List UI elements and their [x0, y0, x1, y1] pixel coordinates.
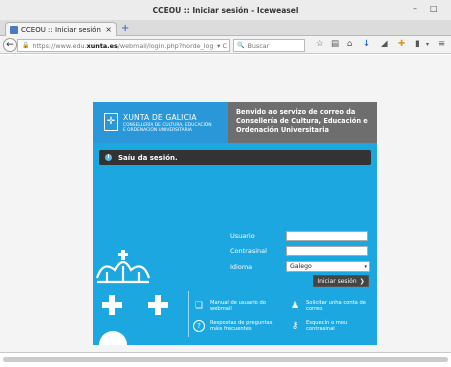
window-titlebar: CCEOU :: Iniciar sesión - Iceweasel – □ — [0, 0, 451, 20]
addon-icon[interactable]: ✚ — [398, 39, 405, 49]
minimize-button[interactable]: – — [413, 4, 417, 13]
brand-name: XUNTA DE GALICIA — [123, 113, 197, 122]
username-label: Usuario — [230, 232, 255, 240]
link-user-manual-text[interactable]: Manual de usuario do webmail — [210, 300, 266, 312]
navigation-bar: ← 🔒 https://www.edu.xunta.es/webmail/log… — [0, 36, 451, 54]
tab-close-icon[interactable]: × — [105, 25, 112, 34]
bookmark-star-icon[interactable]: ☆ — [316, 39, 324, 49]
new-tab-button[interactable]: + — [121, 23, 129, 34]
crown-icon — [95, 250, 151, 284]
welcome-message: Benvido ao servizo de correo da Conselle… — [228, 102, 377, 143]
username-input[interactable] — [286, 231, 368, 241]
tab-strip: CCEOU :: Iniciar sesión × + — [0, 20, 451, 36]
galicia-emblem-icon: ✛ — [104, 113, 118, 131]
home-icon[interactable]: ⌂ — [347, 39, 352, 49]
tab-active[interactable]: CCEOU :: Iniciar sesión × — [5, 22, 117, 36]
tab-label: CCEOU :: Iniciar sesión — [21, 25, 101, 34]
arrow-right-icon: ❯ — [359, 277, 365, 285]
search-bar[interactable]: 🔍 — [233, 39, 305, 52]
url-text[interactable]: https://www.edu.xunta.es/webmail/login.p… — [32, 42, 214, 50]
help-icon: ? — [193, 320, 205, 332]
link-forgot-password-text[interactable]: Esquecín o meu contrasinal — [306, 320, 347, 332]
scrollbar-thumb[interactable] — [3, 357, 448, 362]
library-icon[interactable]: ▤ — [331, 39, 339, 49]
link-faq[interactable]: ? Respostas de preguntas máis frecuentes — [193, 320, 272, 332]
link-faq-text[interactable]: Respostas de preguntas máis frecuentes — [210, 320, 272, 332]
divider — [188, 291, 189, 337]
url-prefix: https://www.edu. — [32, 41, 87, 50]
horizontal-scrollbar[interactable] — [0, 352, 451, 367]
maximize-button[interactable]: □ — [430, 4, 438, 13]
login-button[interactable]: Iniciar sesión ❯ — [313, 275, 369, 287]
send-icon[interactable]: ◢ — [381, 39, 388, 49]
password-label: Contrasinal — [230, 247, 267, 255]
cross-icon — [148, 295, 168, 315]
favicon-icon — [10, 25, 18, 34]
url-domain: xunta.es — [86, 41, 118, 50]
link-user-manual[interactable]: ❏ Manual de usuario do webmail — [193, 300, 266, 312]
login-card: ✛ XUNTA DE GALICIA CONSELLERÍA DE CULTUR… — [93, 102, 377, 345]
notice-text: Saíu da sesión. — [118, 153, 178, 162]
page-viewport: ✛ XUNTA DE GALICIA CONSELLERÍA DE CULTUR… — [0, 55, 451, 352]
logout-notice: i Saíu da sesión. — [99, 150, 371, 165]
brand-department: CONSELLERÍA DE CULTURA, EDUCACIÓN E ORDE… — [123, 123, 212, 133]
chevron-down-icon: ▾ — [364, 263, 367, 270]
password-input[interactable] — [286, 246, 368, 256]
reload-icon[interactable]: ▾ C — [217, 42, 227, 50]
cross-icon — [102, 295, 122, 315]
lock-icon: 🔒 — [22, 42, 30, 49]
brand-panel: ✛ XUNTA DE GALICIA CONSELLERÍA DE CULTUR… — [93, 102, 228, 143]
link-forgot-password[interactable]: ⚷ Esquecín o meu contrasinal — [289, 320, 348, 332]
info-icon: i — [105, 154, 112, 161]
reader-icon[interactable]: ▮ — [415, 39, 420, 49]
circle-icon — [99, 331, 127, 345]
language-label: Idioma — [230, 263, 253, 271]
language-select[interactable]: Galego ▾ — [286, 261, 370, 272]
window-title: CCEOU :: Iniciar sesión - Iceweasel — [152, 5, 299, 15]
book-icon: ❏ — [194, 301, 204, 311]
download-icon[interactable]: ↓ — [363, 39, 370, 49]
overflow-chevron-icon[interactable]: ▾ — [426, 41, 429, 48]
user-add-icon: ♟ — [290, 301, 300, 311]
key-icon: ⚷ — [291, 321, 299, 331]
url-bar[interactable]: 🔒 https://www.edu.xunta.es/webmail/login… — [17, 39, 230, 52]
link-request-account-text[interactable]: Solicitar unha conta de correo — [306, 300, 366, 312]
search-icon: 🔍 — [237, 42, 245, 49]
url-path: /webmail/login.php?horde_logo — [117, 41, 215, 50]
link-request-account[interactable]: ♟ Solicitar unha conta de correo — [289, 300, 366, 312]
back-button[interactable]: ← — [3, 38, 17, 52]
menu-icon[interactable]: ≡ — [438, 39, 445, 49]
search-input[interactable] — [247, 41, 303, 50]
language-value: Galego — [290, 263, 312, 270]
login-button-label: Iniciar sesión — [317, 277, 357, 285]
